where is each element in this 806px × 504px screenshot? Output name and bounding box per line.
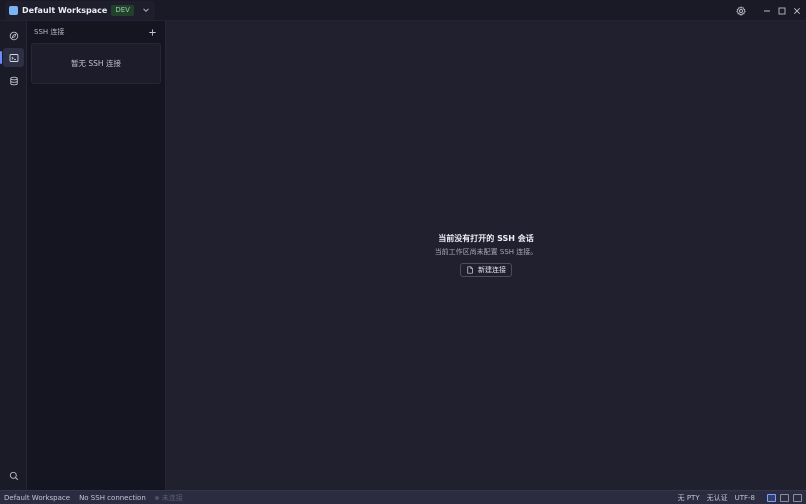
activity-bar: [0, 21, 27, 490]
panel-title: SSH 连接: [34, 28, 65, 36]
status-bar: Default Workspace No SSH connection 未连接 …: [0, 490, 806, 504]
activity-search[interactable]: [3, 466, 24, 485]
empty-connections-text: 暂无 SSH 连接: [71, 59, 121, 68]
panel-header: SSH 连接: [27, 21, 165, 43]
title-bar: Default Workspace DEV: [0, 0, 806, 21]
empty-session-title: 当前没有打开的 SSH 会话: [438, 234, 534, 243]
status-auth[interactable]: 无认证: [707, 493, 728, 503]
workspace-name: Default Workspace: [22, 5, 108, 15]
close-icon[interactable]: [792, 6, 802, 16]
empty-session-description: 当前工作区尚未配置 SSH 连接。: [434, 248, 538, 256]
search-icon: [9, 471, 18, 480]
status-connection[interactable]: No SSH connection: [79, 494, 146, 502]
new-file-icon: [467, 266, 473, 274]
gear-icon[interactable]: [736, 5, 746, 16]
activity-explore[interactable]: [3, 26, 24, 45]
chevron-down-icon[interactable]: [141, 5, 151, 15]
new-connection-button[interactable]: 新建连接: [460, 263, 512, 277]
empty-session-state: 当前没有打开的 SSH 会话 当前工作区尚未配置 SSH 连接。 新建连接: [166, 233, 806, 277]
status-pty[interactable]: 无 PTY: [678, 493, 700, 503]
workspace-logo-icon: [9, 5, 18, 15]
terminal-icon: [9, 53, 18, 62]
status-encoding[interactable]: UTF-8: [735, 494, 755, 502]
window-controls: [736, 0, 802, 21]
database-icon: [9, 76, 18, 85]
status-dot-icon: [154, 495, 159, 500]
minimize-icon[interactable]: [762, 6, 772, 16]
status-workspace[interactable]: Default Workspace: [4, 494, 70, 502]
new-connection-label: 新建连接: [478, 266, 506, 274]
ssh-connections-panel: SSH 连接 暂无 SSH 连接: [27, 21, 166, 490]
activity-terminal[interactable]: [0, 48, 24, 67]
activity-database[interactable]: [3, 71, 24, 90]
status-connection-state: 未连接: [154, 493, 183, 503]
layout-right-panel-icon[interactable]: [793, 493, 802, 502]
workspace-switcher[interactable]: Default Workspace DEV: [5, 0, 155, 20]
explore-icon: [9, 31, 18, 40]
layout-left-panel-icon[interactable]: [767, 493, 776, 502]
maximize-icon[interactable]: [777, 6, 787, 16]
layout-bottom-panel-icon[interactable]: [780, 493, 789, 502]
empty-connections-card: 暂无 SSH 连接: [31, 43, 161, 84]
env-badge: DEV: [111, 4, 134, 16]
main-area: 当前没有打开的 SSH 会话 当前工作区尚未配置 SSH 连接。 新建连接: [166, 21, 806, 490]
plus-icon[interactable]: [148, 28, 157, 37]
